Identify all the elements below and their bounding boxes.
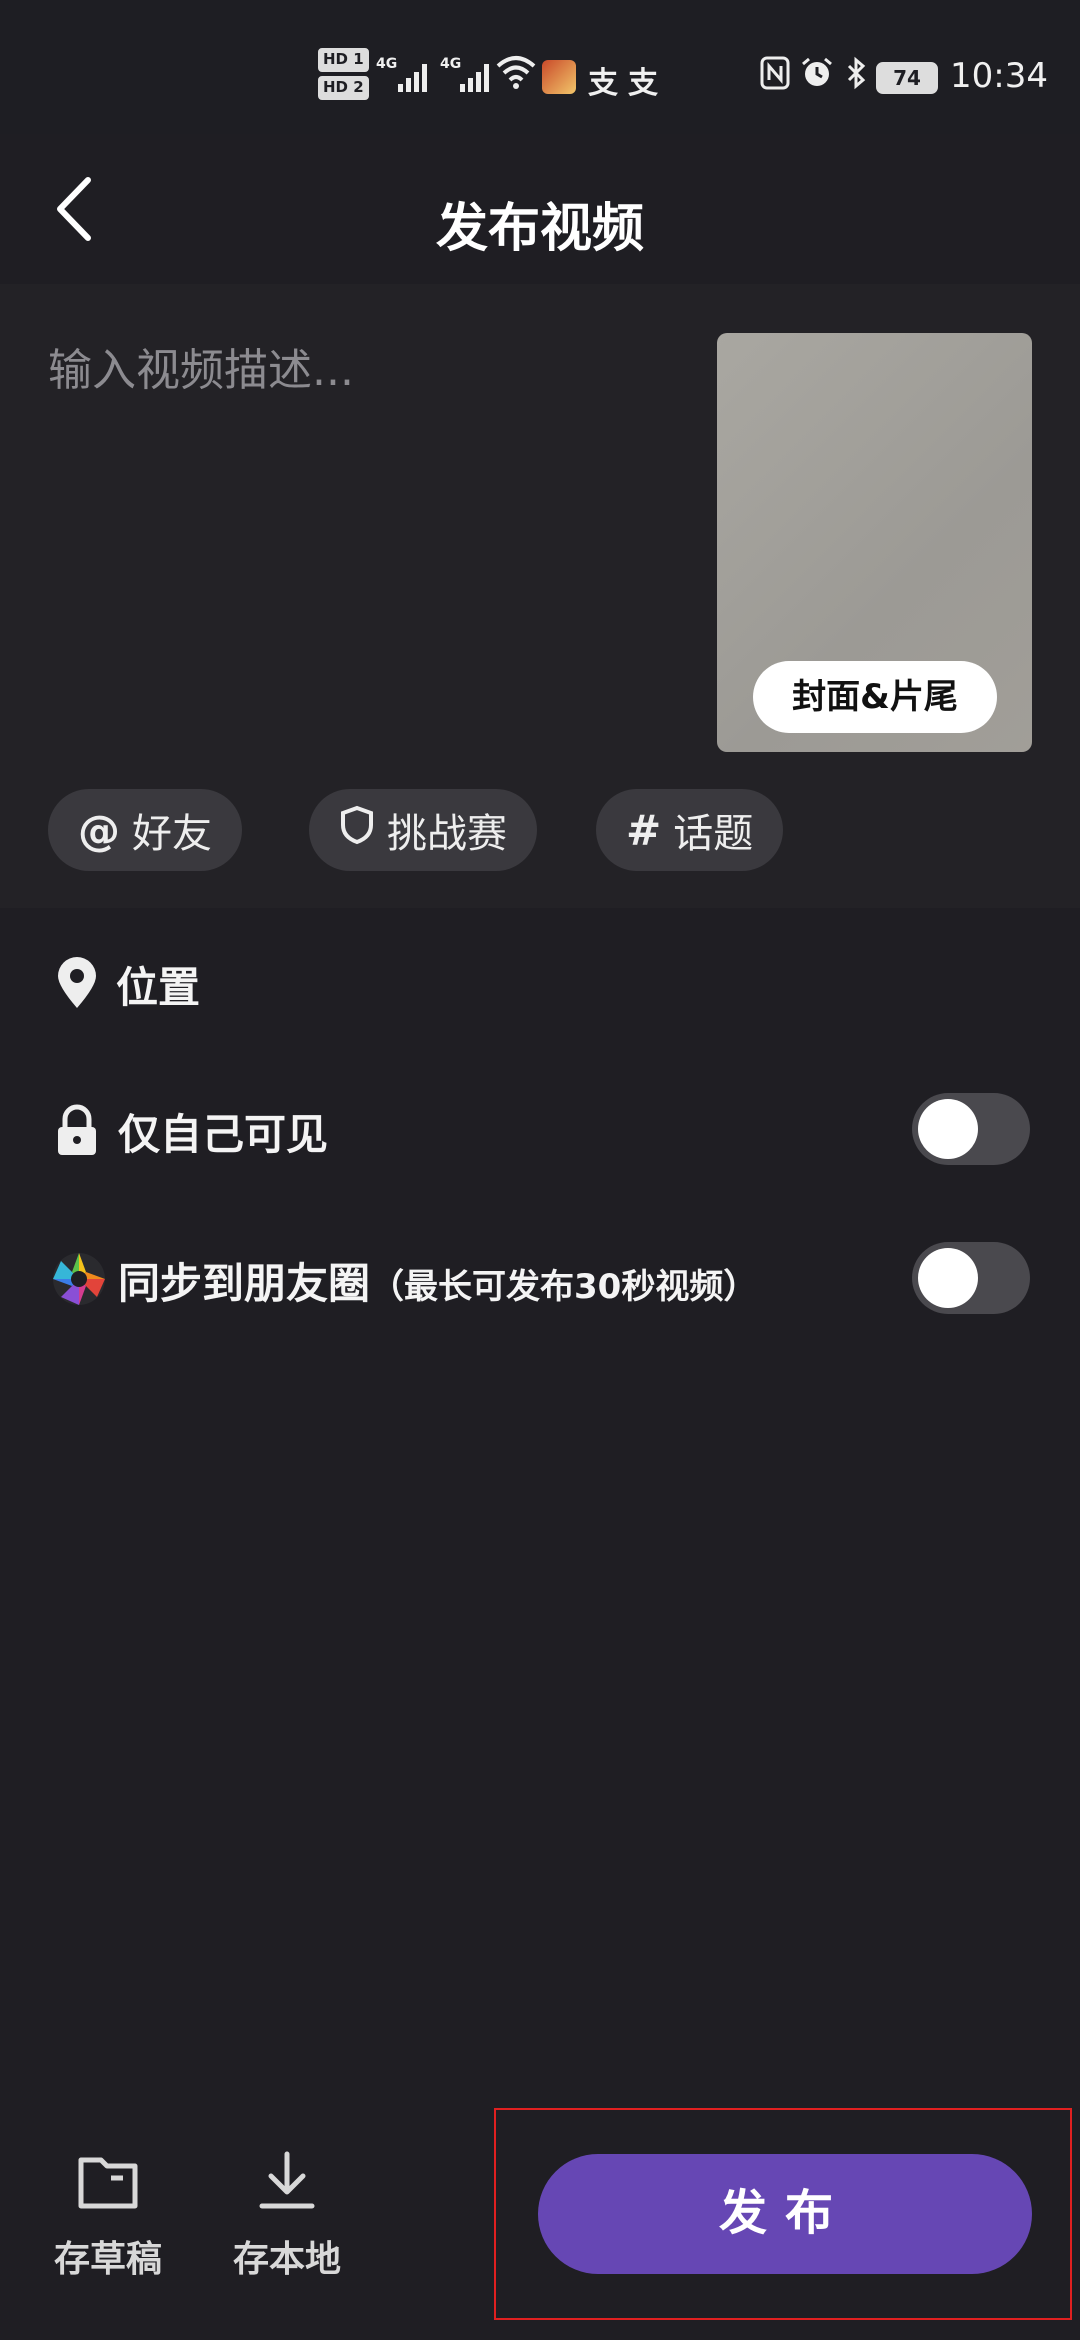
status-bar: HD 1 HD 2 4G 4G 支 支 74 10:34 [0,0,1080,134]
cover-thumbnail[interactable]: 封面&片尾 [717,333,1032,752]
moments-row: 同步到朋友圈（最长可发布30秒视频） [0,1224,1080,1334]
shield-icon [339,805,375,855]
toggle-knob [918,1248,978,1308]
moments-label: 同步到朋友圈（最长可发布30秒视频） [118,1250,757,1311]
challenge-chip[interactable]: 挑战赛 [309,789,537,871]
hd1-label: HD 1 [318,48,369,72]
bluetooth-icon [846,56,866,98]
save-draft-button[interactable]: 存草稿 [43,2148,173,2282]
location-label: 位置 [116,963,201,1012]
topic-chip[interactable]: # 话题 [596,789,784,871]
hd2-label: HD 2 [318,76,369,100]
lock-icon [52,1103,102,1157]
private-toggle[interactable] [912,1093,1030,1165]
signal-icon [398,62,432,92]
clock: 10:34 [950,56,1048,96]
description-input[interactable] [48,334,688,694]
private-row: 仅自己可见 [0,1075,1080,1185]
save-local-button[interactable]: 存本地 [222,2148,352,2282]
alarm-icon [800,56,834,98]
description-panel: 封面&片尾 @ 好友 挑战赛 # 话题 [0,284,1080,908]
header: 发布视频 [0,134,1080,284]
cover-ending-button[interactable]: 封面&片尾 [753,661,997,733]
network-type-1: 4G [376,56,398,72]
game-app-icon [542,60,576,94]
alipay-icon: 支 [588,66,618,101]
save-draft-label: 存草稿 [53,2239,162,2280]
location-row[interactable]: 位置 [0,928,1080,1038]
alipay-icon: 支 [628,66,658,101]
hd-icon: HD 1 HD 2 [318,48,369,104]
private-label: 仅自己可见 [118,1110,329,1159]
nfc-icon [760,56,790,98]
chip-label: 挑战赛 [387,811,507,857]
battery-icon: 74 [876,62,938,94]
toggle-knob [918,1099,978,1159]
page-title: 发布视频 [435,199,644,259]
moments-icon [52,1252,105,1306]
mention-friends-chip[interactable]: @ 好友 [48,789,242,871]
download-icon [259,2151,315,2209]
moments-toggle[interactable] [912,1242,1030,1314]
hashtag-icon: # [626,805,662,855]
moments-label-text: 同步到朋友圈 [118,1259,371,1308]
publish-video-screen: HD 1 HD 2 4G 4G 支 支 74 10:34 发布视频 输入视频描述… [0,0,1080,2340]
chip-label: 话题 [673,811,754,857]
folder-icon [78,2157,138,2209]
save-local-label: 存本地 [232,2239,341,2280]
signal-icon [460,62,494,92]
moments-note: （最长可发布30秒视频） [370,1267,758,1307]
location-pin-icon [52,956,102,1010]
chip-label: 好友 [132,811,212,857]
wifi-icon [496,54,536,99]
network-type-2: 4G [440,56,462,72]
at-icon: @ [78,805,120,855]
publish-button[interactable]: 发布 [538,2154,1032,2274]
